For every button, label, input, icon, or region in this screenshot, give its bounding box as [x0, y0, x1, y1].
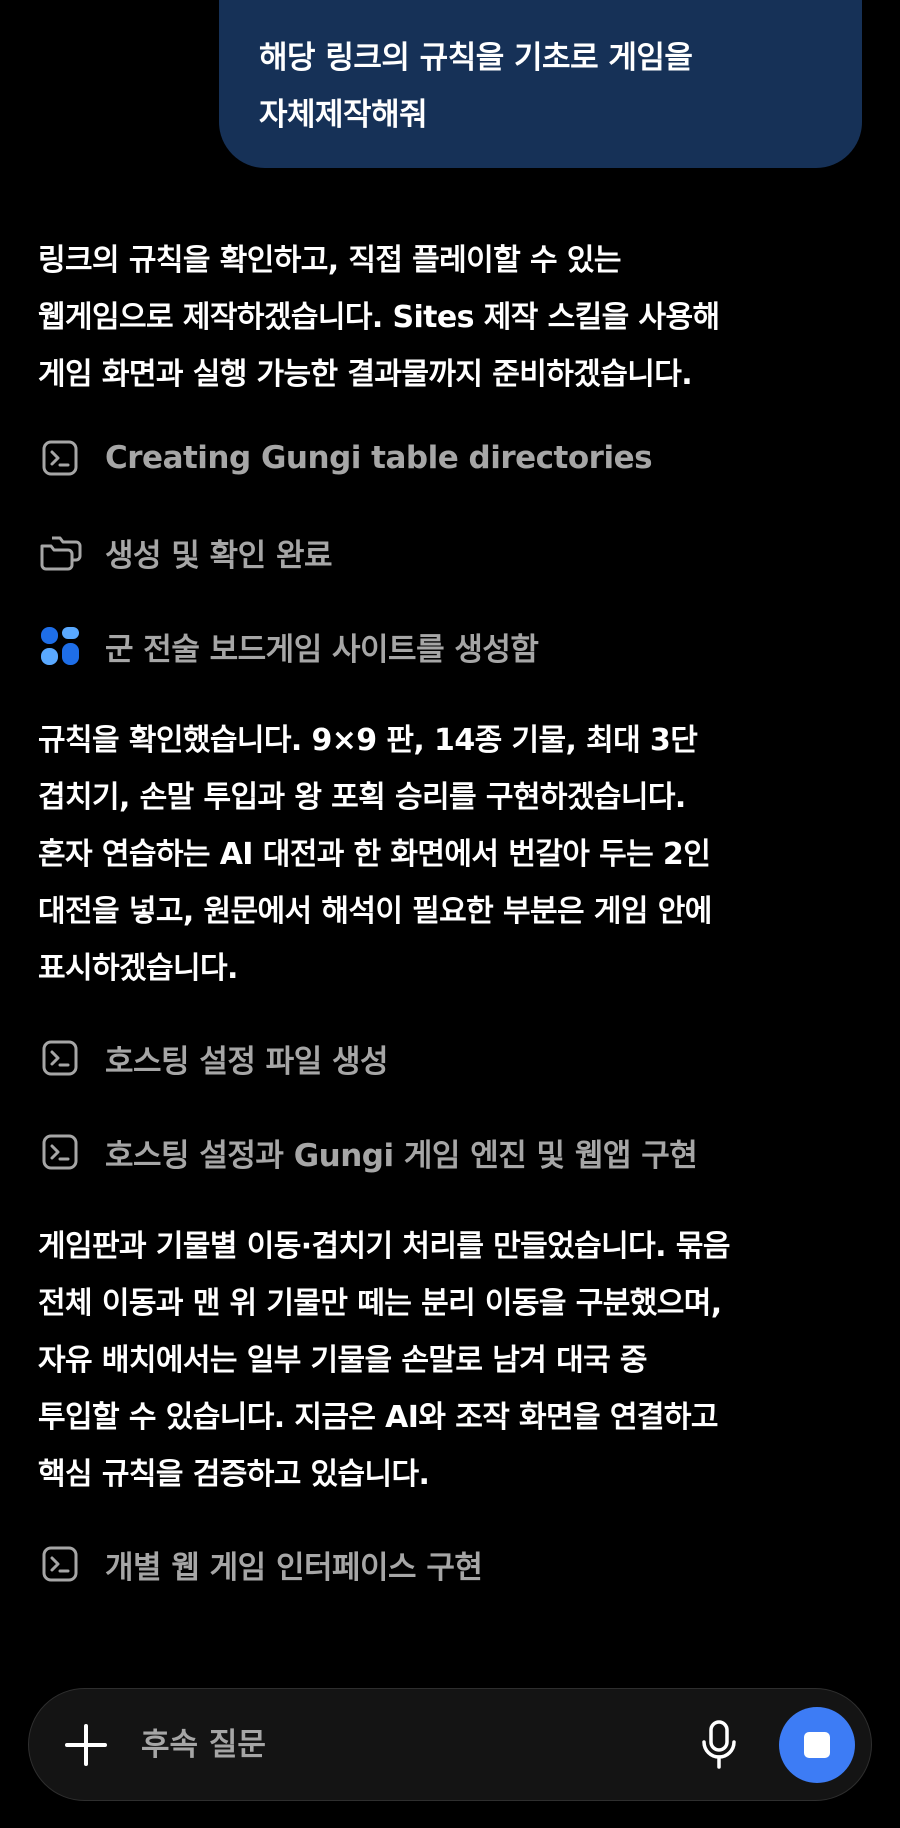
step-label: 생성 및 확인 완료: [105, 537, 333, 574]
step-label: 개별 웹 게임 인터페이스 구현: [105, 1549, 483, 1586]
terminal-icon: [38, 1130, 82, 1174]
step-item[interactable]: 군 전술 보드게임 사이트를 생성함: [38, 618, 539, 674]
composer-bar: [28, 1688, 872, 1801]
microphone-icon[interactable]: [693, 1719, 745, 1771]
follow-up-input[interactable]: [141, 1717, 581, 1773]
folders-icon: [38, 530, 82, 574]
step-label: 호스팅 설정 파일 생성: [105, 1043, 389, 1080]
user-message-bubble: 해당 링크의 규칙을 기초로 게임을 자체제작해줘: [219, 0, 862, 168]
assistant-paragraph: 게임판과 기물별 이동·겹치기 처리를 만들었습니다. 묶음 전체 이동과 맨 …: [38, 1229, 730, 1492]
terminal-icon: [38, 436, 82, 480]
step-item[interactable]: 호스팅 설정과 Gungi 게임 엔진 및 웹앱 구현: [38, 1124, 698, 1180]
sites-icon: [38, 624, 82, 668]
assistant-paragraph: 링크의 규칙을 확인하고, 직접 플레이할 수 있는 웹게임으로 제작하겠습니다…: [38, 243, 720, 392]
step-label: Creating Gungi table directories: [105, 440, 653, 476]
stop-button[interactable]: [779, 1707, 855, 1783]
plus-icon[interactable]: [63, 1722, 109, 1768]
step-item[interactable]: 생성 및 확인 완료: [38, 524, 333, 580]
terminal-icon: [38, 1036, 82, 1080]
assistant-paragraph: 규칙을 확인했습니다. 9×9 판, 14종 기물, 최대 3단 겹치기, 손말…: [38, 723, 712, 986]
step-item[interactable]: 호스팅 설정 파일 생성: [38, 1030, 389, 1086]
terminal-icon: [38, 1542, 82, 1586]
step-label: 호스팅 설정과 Gungi 게임 엔진 및 웹앱 구현: [105, 1137, 698, 1174]
step-label: 군 전술 보드게임 사이트를 생성함: [105, 631, 539, 668]
user-message-text: 해당 링크의 규칙을 기초로 게임을 자체제작해줘: [259, 40, 693, 133]
step-item[interactable]: Creating Gungi table directories: [38, 430, 653, 486]
stop-icon: [804, 1732, 830, 1758]
step-item[interactable]: 개별 웹 게임 인터페이스 구현: [38, 1536, 483, 1592]
